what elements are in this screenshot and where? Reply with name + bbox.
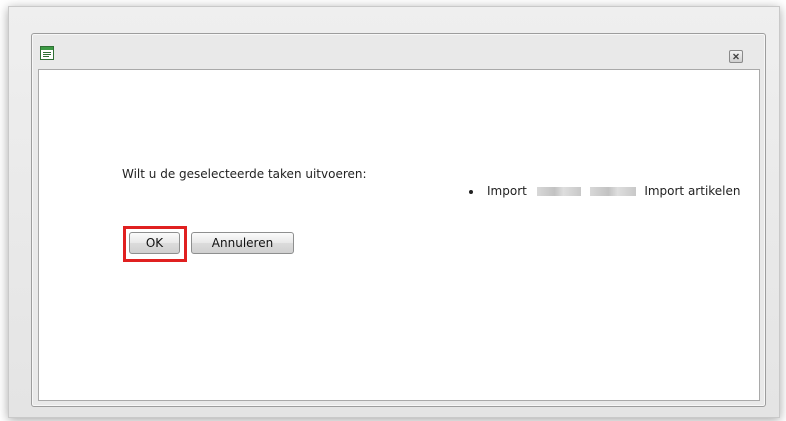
close-icon [733, 53, 739, 60]
redacted-text [590, 187, 637, 196]
screenshot-frame: Wilt u de geselecteerde taken uitvoeren:… [8, 6, 780, 418]
task-suffix: Import artikelen [644, 184, 741, 198]
list-item: Import Import artikelen [467, 184, 741, 198]
app-window-icon [40, 45, 54, 60]
cancel-button[interactable]: Annuleren [191, 232, 294, 254]
confirm-prompt: Wilt u de geselecteerde taken uitvoeren: [122, 167, 367, 181]
bullet-icon [469, 190, 473, 194]
dialog-content: Wilt u de geselecteerde taken uitvoeren:… [38, 69, 760, 401]
close-button[interactable] [729, 50, 743, 63]
redacted-text [536, 187, 581, 196]
dialog-titlebar [32, 34, 765, 67]
task-prefix: Import [487, 184, 527, 198]
task-list: Import Import artikelen [467, 184, 741, 198]
task-confirm-dialog: Wilt u de geselecteerde taken uitvoeren:… [31, 33, 766, 407]
ok-button[interactable]: OK [129, 232, 180, 254]
